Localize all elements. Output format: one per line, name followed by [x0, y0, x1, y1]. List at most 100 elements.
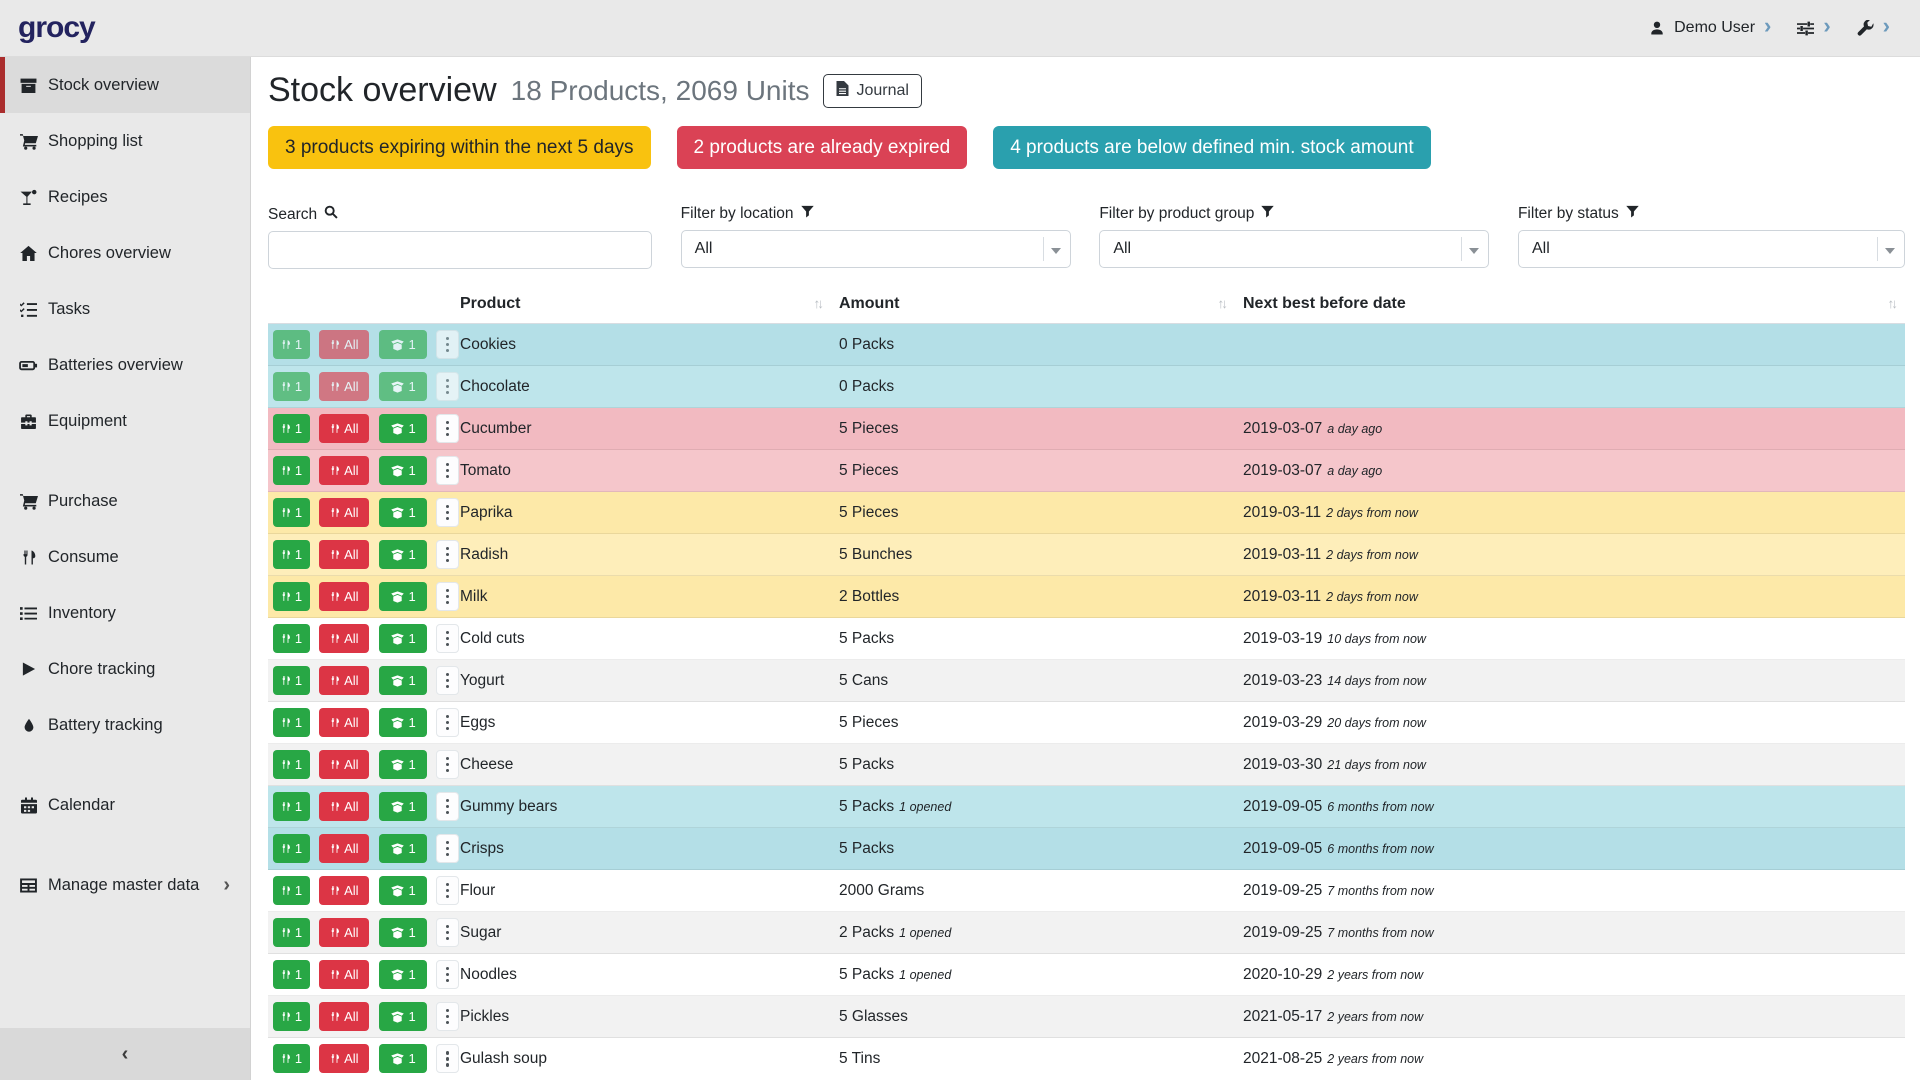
consume-all-button[interactable]: All [319, 582, 369, 611]
sidebar-item-tasks[interactable]: Tasks [0, 281, 250, 337]
sidebar-item-consume[interactable]: Consume [0, 529, 250, 585]
consume-one-button[interactable]: 1 [273, 918, 310, 947]
sidebar-item-chores-overview[interactable]: Chores overview [0, 225, 250, 281]
sidebar-item-shopping-list[interactable]: Shopping list [0, 113, 250, 169]
consume-one-button[interactable]: 1 [273, 708, 310, 737]
open-one-button[interactable]: 1 [379, 876, 427, 905]
consume-one-button[interactable]: 1 [273, 540, 310, 569]
open-one-button[interactable]: 1 [379, 918, 427, 947]
row-menu-button[interactable] [436, 792, 459, 821]
row-menu-button[interactable] [436, 498, 459, 527]
sidebar-item-purchase[interactable]: Purchase [0, 473, 250, 529]
consume-one-button[interactable]: 1 [273, 792, 310, 821]
consume-all-button[interactable]: All [319, 624, 369, 653]
row-menu-button[interactable] [436, 960, 459, 989]
consume-one-button[interactable]: 1 [273, 372, 310, 401]
sidebar-item-battery-tracking[interactable]: Battery tracking [0, 697, 250, 753]
consume-one-button[interactable]: 1 [273, 1044, 310, 1073]
sidebar-item-recipes[interactable]: Recipes [0, 169, 250, 225]
row-menu-button[interactable] [436, 414, 459, 443]
consume-all-button[interactable]: All [319, 372, 369, 401]
product-group-filter-select[interactable]: All [1099, 230, 1489, 268]
consume-one-button[interactable]: 1 [273, 456, 310, 485]
sidebar-item-batteries-overview[interactable]: Batteries overview [0, 337, 250, 393]
sidebar-item-inventory[interactable]: Inventory [0, 585, 250, 641]
status-filter-select[interactable]: All [1518, 230, 1905, 268]
consume-one-button[interactable]: 1 [273, 1002, 310, 1031]
row-menu-button[interactable] [436, 372, 459, 401]
consume-one-button[interactable]: 1 [273, 624, 310, 653]
user-menu[interactable]: Demo User › [1649, 17, 1771, 39]
consume-all-button[interactable]: All [319, 792, 369, 821]
consume-one-button[interactable]: 1 [273, 960, 310, 989]
consume-all-button[interactable]: All [319, 498, 369, 527]
row-menu-button[interactable] [436, 1044, 459, 1073]
row-menu-button[interactable] [436, 330, 459, 359]
open-one-button[interactable]: 1 [379, 414, 427, 443]
consume-all-button[interactable]: All [319, 834, 369, 863]
row-menu-button[interactable] [436, 708, 459, 737]
consume-all-button[interactable]: All [319, 414, 369, 443]
open-one-button[interactable]: 1 [379, 1002, 427, 1031]
consume-all-button[interactable]: All [319, 876, 369, 905]
open-one-button[interactable]: 1 [379, 960, 427, 989]
open-one-button[interactable]: 1 [379, 666, 427, 695]
consume-all-button[interactable]: All [319, 960, 369, 989]
settings-menu[interactable]: › [1797, 17, 1830, 39]
row-menu-button[interactable] [436, 750, 459, 779]
open-one-button[interactable]: 1 [379, 624, 427, 653]
consume-all-button[interactable]: All [319, 1044, 369, 1073]
row-menu-button[interactable] [436, 834, 459, 863]
row-menu-button[interactable] [436, 582, 459, 611]
sidebar-item-manage-master-data[interactable]: Manage master data › [0, 857, 250, 913]
open-one-button[interactable]: 1 [379, 834, 427, 863]
admin-menu[interactable]: › [1857, 17, 1890, 39]
sidebar-collapse-button[interactable]: ‹ [0, 1028, 250, 1080]
open-one-button[interactable]: 1 [379, 330, 427, 359]
sidebar-item-stock-overview[interactable]: Stock overview [0, 57, 250, 113]
consume-all-button[interactable]: All [319, 750, 369, 779]
consume-one-button[interactable]: 1 [273, 750, 310, 779]
location-filter-select[interactable]: All [681, 230, 1071, 268]
consume-all-button[interactable]: All [319, 540, 369, 569]
amount-column-header[interactable]: Amount ↑↓ [831, 285, 1235, 324]
open-one-button[interactable]: 1 [379, 372, 427, 401]
best-before-column-header[interactable]: Next best before date ↑↓ [1235, 285, 1905, 324]
consume-all-button[interactable]: All [319, 708, 369, 737]
consume-one-button[interactable]: 1 [273, 582, 310, 611]
sidebar-item-equipment[interactable]: Equipment [0, 393, 250, 449]
open-one-button[interactable]: 1 [379, 708, 427, 737]
consume-all-button[interactable]: All [319, 666, 369, 695]
consume-one-button[interactable]: 1 [273, 414, 310, 443]
utensils-icon [281, 632, 291, 645]
consume-one-button[interactable]: 1 [273, 330, 310, 359]
consume-all-button[interactable]: All [319, 918, 369, 947]
row-menu-button[interactable] [436, 456, 459, 485]
row-menu-button[interactable] [436, 666, 459, 695]
row-menu-button[interactable] [436, 1002, 459, 1031]
consume-one-button[interactable]: 1 [273, 666, 310, 695]
consume-all-button[interactable]: All [319, 330, 369, 359]
row-menu-button[interactable] [436, 876, 459, 905]
open-one-button[interactable]: 1 [379, 582, 427, 611]
product-column-header[interactable]: Product ↑↓ [452, 285, 831, 324]
consume-one-button[interactable]: 1 [273, 876, 310, 905]
open-one-button[interactable]: 1 [379, 456, 427, 485]
sidebar-item-calendar[interactable]: Calendar [0, 777, 250, 833]
consume-all-button[interactable]: All [319, 456, 369, 485]
open-one-button[interactable]: 1 [379, 792, 427, 821]
open-one-button[interactable]: 1 [379, 540, 427, 569]
open-one-button[interactable]: 1 [379, 1044, 427, 1073]
open-one-button[interactable]: 1 [379, 750, 427, 779]
search-input[interactable] [268, 231, 652, 269]
row-menu-button[interactable] [436, 918, 459, 947]
consume-one-button[interactable]: 1 [273, 498, 310, 527]
journal-file-icon [836, 81, 849, 101]
consume-one-button[interactable]: 1 [273, 834, 310, 863]
row-menu-button[interactable] [436, 624, 459, 653]
journal-button[interactable]: Journal [823, 74, 921, 108]
row-menu-button[interactable] [436, 540, 459, 569]
sidebar-item-chore-tracking[interactable]: Chore tracking [0, 641, 250, 697]
consume-all-button[interactable]: All [319, 1002, 369, 1031]
open-one-button[interactable]: 1 [379, 498, 427, 527]
